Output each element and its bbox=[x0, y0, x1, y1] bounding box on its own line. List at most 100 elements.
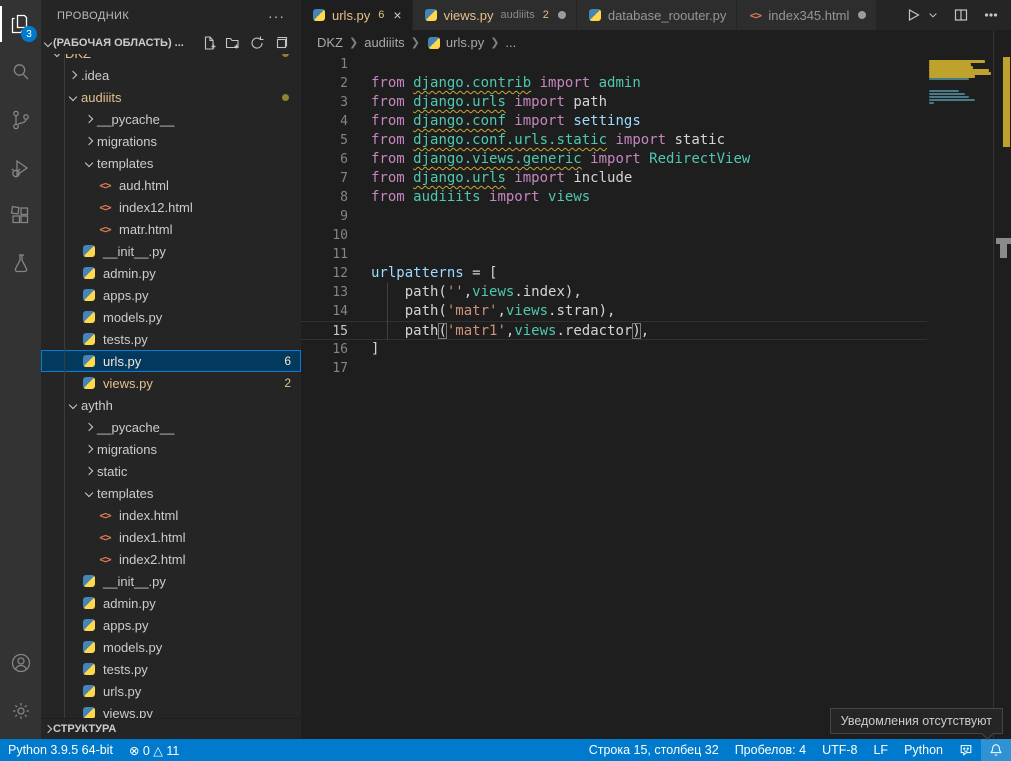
code-line-10[interactable]: 10 bbox=[301, 226, 993, 245]
new-folder-icon[interactable] bbox=[225, 35, 241, 51]
more-actions-icon[interactable] bbox=[983, 7, 999, 23]
code-line-8[interactable]: 8from audiiits import views bbox=[301, 188, 993, 207]
code-line-1[interactable]: 1 bbox=[301, 55, 993, 74]
code-line-12[interactable]: 12urlpatterns = [ bbox=[301, 264, 993, 283]
activity-item-testing[interactable] bbox=[0, 240, 41, 288]
tree-item-index.html[interactable]: <>index.html bbox=[41, 504, 301, 526]
tree-item-index12.html[interactable]: <>index12.html bbox=[41, 196, 301, 218]
breadcrumb-item-urls.py[interactable]: urls.py bbox=[446, 35, 484, 50]
dirty-indicator-icon[interactable] bbox=[858, 11, 866, 19]
tree-item-.idea[interactable]: .idea bbox=[41, 64, 301, 86]
tree-item-admin.py[interactable]: admin.py bbox=[41, 262, 301, 284]
tree-item-templates[interactable]: templates bbox=[41, 482, 301, 504]
chevron-down-icon bbox=[45, 37, 51, 49]
tab-index345.html[interactable]: <>index345.html bbox=[737, 0, 877, 30]
status-problems[interactable]: ⊗ 0 △ 11 bbox=[121, 739, 187, 761]
status-feedback[interactable] bbox=[951, 739, 981, 761]
tree-item-label: index.html bbox=[119, 508, 178, 523]
close-icon[interactable]: × bbox=[393, 8, 401, 22]
tree-item-static[interactable]: static bbox=[41, 460, 301, 482]
code-line-9[interactable]: 9 bbox=[301, 207, 993, 226]
tree-item-label: templates bbox=[97, 486, 153, 501]
collapse-all-icon[interactable] bbox=[273, 35, 289, 51]
breadcrumb-item-...[interactable]: ... bbox=[505, 35, 516, 50]
activity-item-account[interactable] bbox=[0, 639, 41, 687]
code-line-2[interactable]: 2from django.contrib import admin bbox=[301, 74, 993, 93]
tree-item-__init__.py[interactable]: __init__.py bbox=[41, 570, 301, 592]
tree-item-templates[interactable]: templates bbox=[41, 152, 301, 174]
code-line-5[interactable]: 5from django.conf.urls.static import sta… bbox=[301, 131, 993, 150]
status-notifications-bell[interactable] bbox=[981, 739, 1011, 761]
code-line-6[interactable]: 6from django.views.generic import Redire… bbox=[301, 150, 993, 169]
tree-item-audiiits[interactable]: audiiits bbox=[41, 86, 301, 108]
tree-item-tests.py[interactable]: tests.py bbox=[41, 328, 301, 350]
tree-item-apps.py[interactable]: apps.py bbox=[41, 284, 301, 306]
code-line-17[interactable]: 17 bbox=[301, 359, 993, 378]
status-indentation[interactable]: Пробелов: 4 bbox=[727, 739, 814, 761]
tree-item-label: models.py bbox=[103, 640, 162, 655]
run-dropdown-icon[interactable] bbox=[927, 7, 939, 23]
tree-item-label: admin.py bbox=[103, 266, 156, 281]
code-line-15[interactable]: 15 path('matr1',views.redactor), bbox=[301, 321, 993, 340]
code-line-14[interactable]: 14 path('matr',views.stran), bbox=[301, 302, 993, 321]
code-line-7[interactable]: 7from django.urls import include bbox=[301, 169, 993, 188]
activity-item-explorer[interactable]: 3 bbox=[0, 0, 41, 48]
activity-item-extensions[interactable] bbox=[0, 192, 41, 240]
workspace-section-header[interactable]: (РАБОЧАЯ ОБЛАСТЬ) ... bbox=[41, 32, 301, 54]
line-number: 11 bbox=[301, 245, 348, 264]
activity-item-source-control[interactable] bbox=[0, 96, 41, 144]
tree-item-tests.py[interactable]: tests.py bbox=[41, 658, 301, 680]
tree-item-urls.py[interactable]: urls.py6 bbox=[41, 350, 301, 372]
outline-section-header[interactable]: СТРУКТУРА bbox=[41, 718, 301, 739]
tree-item-index2.html[interactable]: <>index2.html bbox=[41, 548, 301, 570]
new-file-icon[interactable] bbox=[201, 35, 217, 51]
tab-database_roouter.py[interactable]: database_roouter.py bbox=[577, 0, 738, 30]
tree-item-migrations[interactable]: migrations bbox=[41, 130, 301, 152]
tree-item-admin.py[interactable]: admin.py bbox=[41, 592, 301, 614]
tree-item-migrations[interactable]: migrations bbox=[41, 438, 301, 460]
tree-item-aythh[interactable]: aythh bbox=[41, 394, 301, 416]
code-editor[interactable]: 12from django.contrib import admin3from … bbox=[301, 55, 993, 739]
minimap-line bbox=[929, 99, 975, 101]
status-encoding[interactable]: UTF-8 bbox=[814, 739, 865, 761]
tree-item-models.py[interactable]: models.py bbox=[41, 306, 301, 328]
activity-item-search[interactable] bbox=[0, 48, 41, 96]
tree-item-urls.py[interactable]: urls.py bbox=[41, 680, 301, 702]
tree-item-__pycache__[interactable]: __pycache__ bbox=[41, 416, 301, 438]
status-eol[interactable]: LF bbox=[865, 739, 896, 761]
code-line-4[interactable]: 4from django.conf import settings bbox=[301, 112, 993, 131]
python-file-icon bbox=[81, 243, 97, 259]
run-icon[interactable] bbox=[905, 7, 921, 23]
dirty-indicator-icon[interactable] bbox=[558, 11, 566, 19]
tab-urls.py[interactable]: urls.py6× bbox=[301, 0, 413, 30]
breadcrumb-item-audiiits[interactable]: audiiits bbox=[364, 35, 404, 50]
split-editor-icon[interactable] bbox=[953, 7, 969, 23]
tree-item-apps.py[interactable]: apps.py bbox=[41, 614, 301, 636]
tree-item-DKZ[interactable]: DKZ bbox=[41, 54, 301, 64]
tree-item-matr.html[interactable]: <>matr.html bbox=[41, 218, 301, 240]
code-line-11[interactable]: 11 bbox=[301, 245, 993, 264]
tree-item-views.py[interactable]: views.py2 bbox=[41, 372, 301, 394]
tree-item-models.py[interactable]: models.py bbox=[41, 636, 301, 658]
editor-scrollbar[interactable] bbox=[993, 30, 1011, 739]
status-language-mode[interactable]: Python bbox=[896, 739, 951, 761]
refresh-icon[interactable] bbox=[249, 35, 265, 51]
tree-item-__pycache__[interactable]: __pycache__ bbox=[41, 108, 301, 130]
status-python-interpreter[interactable]: Python 3.9.5 64-bit bbox=[0, 739, 121, 761]
code-line-16[interactable]: 16] bbox=[301, 340, 993, 359]
activity-item-run-debug[interactable] bbox=[0, 144, 41, 192]
activity-item-settings[interactable] bbox=[0, 687, 41, 735]
code-line-3[interactable]: 3from django.urls import path bbox=[301, 93, 993, 112]
status-cursor-position[interactable]: Строка 15, столбец 32 bbox=[581, 739, 727, 761]
tab-views.py[interactable]: views.pyaudiiits2 bbox=[413, 0, 577, 30]
sidebar-more-icon[interactable]: ··· bbox=[268, 8, 285, 24]
tree-item-label: urls.py bbox=[103, 684, 141, 699]
breadcrumb-item-DKZ[interactable]: DKZ bbox=[317, 35, 343, 50]
tree-item-__init__.py[interactable]: __init__.py bbox=[41, 240, 301, 262]
code-line-13[interactable]: 13 path('',views.index), bbox=[301, 283, 993, 302]
python-file-icon bbox=[81, 661, 97, 677]
minimap[interactable] bbox=[927, 55, 993, 739]
tree-item-index1.html[interactable]: <>index1.html bbox=[41, 526, 301, 548]
tree-item-aud.html[interactable]: <>aud.html bbox=[41, 174, 301, 196]
line-number: 5 bbox=[301, 131, 348, 150]
